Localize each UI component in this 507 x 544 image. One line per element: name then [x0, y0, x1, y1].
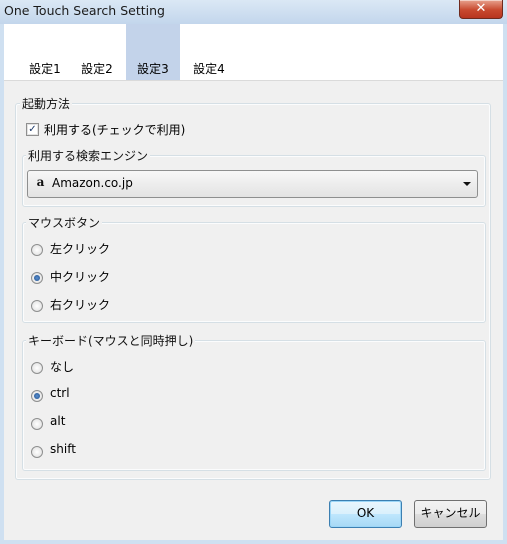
search-engine-value: Amazon.co.jp — [52, 176, 133, 190]
radio-key-alt-label: alt — [50, 414, 66, 428]
radio-key-alt[interactable] — [31, 418, 43, 430]
tab-setting-4[interactable]: 設定4 — [182, 24, 236, 80]
mouse-button-label: マウスボタン — [26, 214, 103, 231]
radio-left-click-label: 左クリック — [50, 242, 111, 256]
tab-setting-3[interactable]: 設定3 — [126, 24, 180, 80]
radio-key-ctrl-label: ctrl — [50, 386, 70, 400]
radio-middle-click-label: 中クリック — [50, 270, 111, 284]
amazon-icon: a — [36, 175, 45, 189]
use-checkbox-label: 利用する(チェックで利用) — [44, 123, 186, 137]
close-icon: ✕ — [475, 1, 487, 16]
close-button[interactable]: ✕ — [459, 0, 503, 19]
radio-key-none[interactable] — [31, 362, 43, 374]
chevron-down-icon — [463, 182, 471, 186]
tab-strip: 設定1 設定2 設定3 設定4 — [4, 24, 503, 81]
tab-setting-1[interactable]: 設定1 — [18, 24, 72, 80]
tab-label: 設定1 — [29, 62, 61, 76]
window-title: One Touch Search Setting — [4, 3, 165, 18]
tab-label: 設定2 — [81, 62, 113, 76]
cancel-button[interactable]: キャンセル — [414, 500, 487, 528]
radio-right-click-label: 右クリック — [50, 298, 111, 312]
radio-key-ctrl[interactable] — [31, 390, 43, 402]
ok-button[interactable]: OK — [329, 500, 402, 528]
radio-middle-click[interactable] — [31, 272, 43, 284]
tab-setting-2[interactable]: 設定2 — [70, 24, 124, 80]
radio-key-shift[interactable] — [31, 446, 43, 458]
launch-method-label: 起動方法 — [20, 95, 73, 112]
search-engine-select[interactable]: a Amazon.co.jp — [27, 170, 478, 198]
keyboard-label: キーボード(マウスと同時押し) — [26, 332, 196, 349]
title-bar: One Touch Search Setting — [0, 0, 507, 24]
keyboard-group — [22, 340, 486, 471]
tab-label: 設定3 — [137, 62, 169, 76]
search-engine-label: 利用する検索エンジン — [26, 147, 151, 164]
radio-right-click[interactable] — [31, 300, 43, 312]
radio-key-shift-label: shift — [50, 442, 76, 456]
radio-key-none-label: なし — [50, 360, 75, 374]
use-checkbox[interactable]: ✓ — [26, 123, 39, 136]
radio-left-click[interactable] — [31, 244, 43, 256]
tab-label: 設定4 — [193, 62, 225, 76]
